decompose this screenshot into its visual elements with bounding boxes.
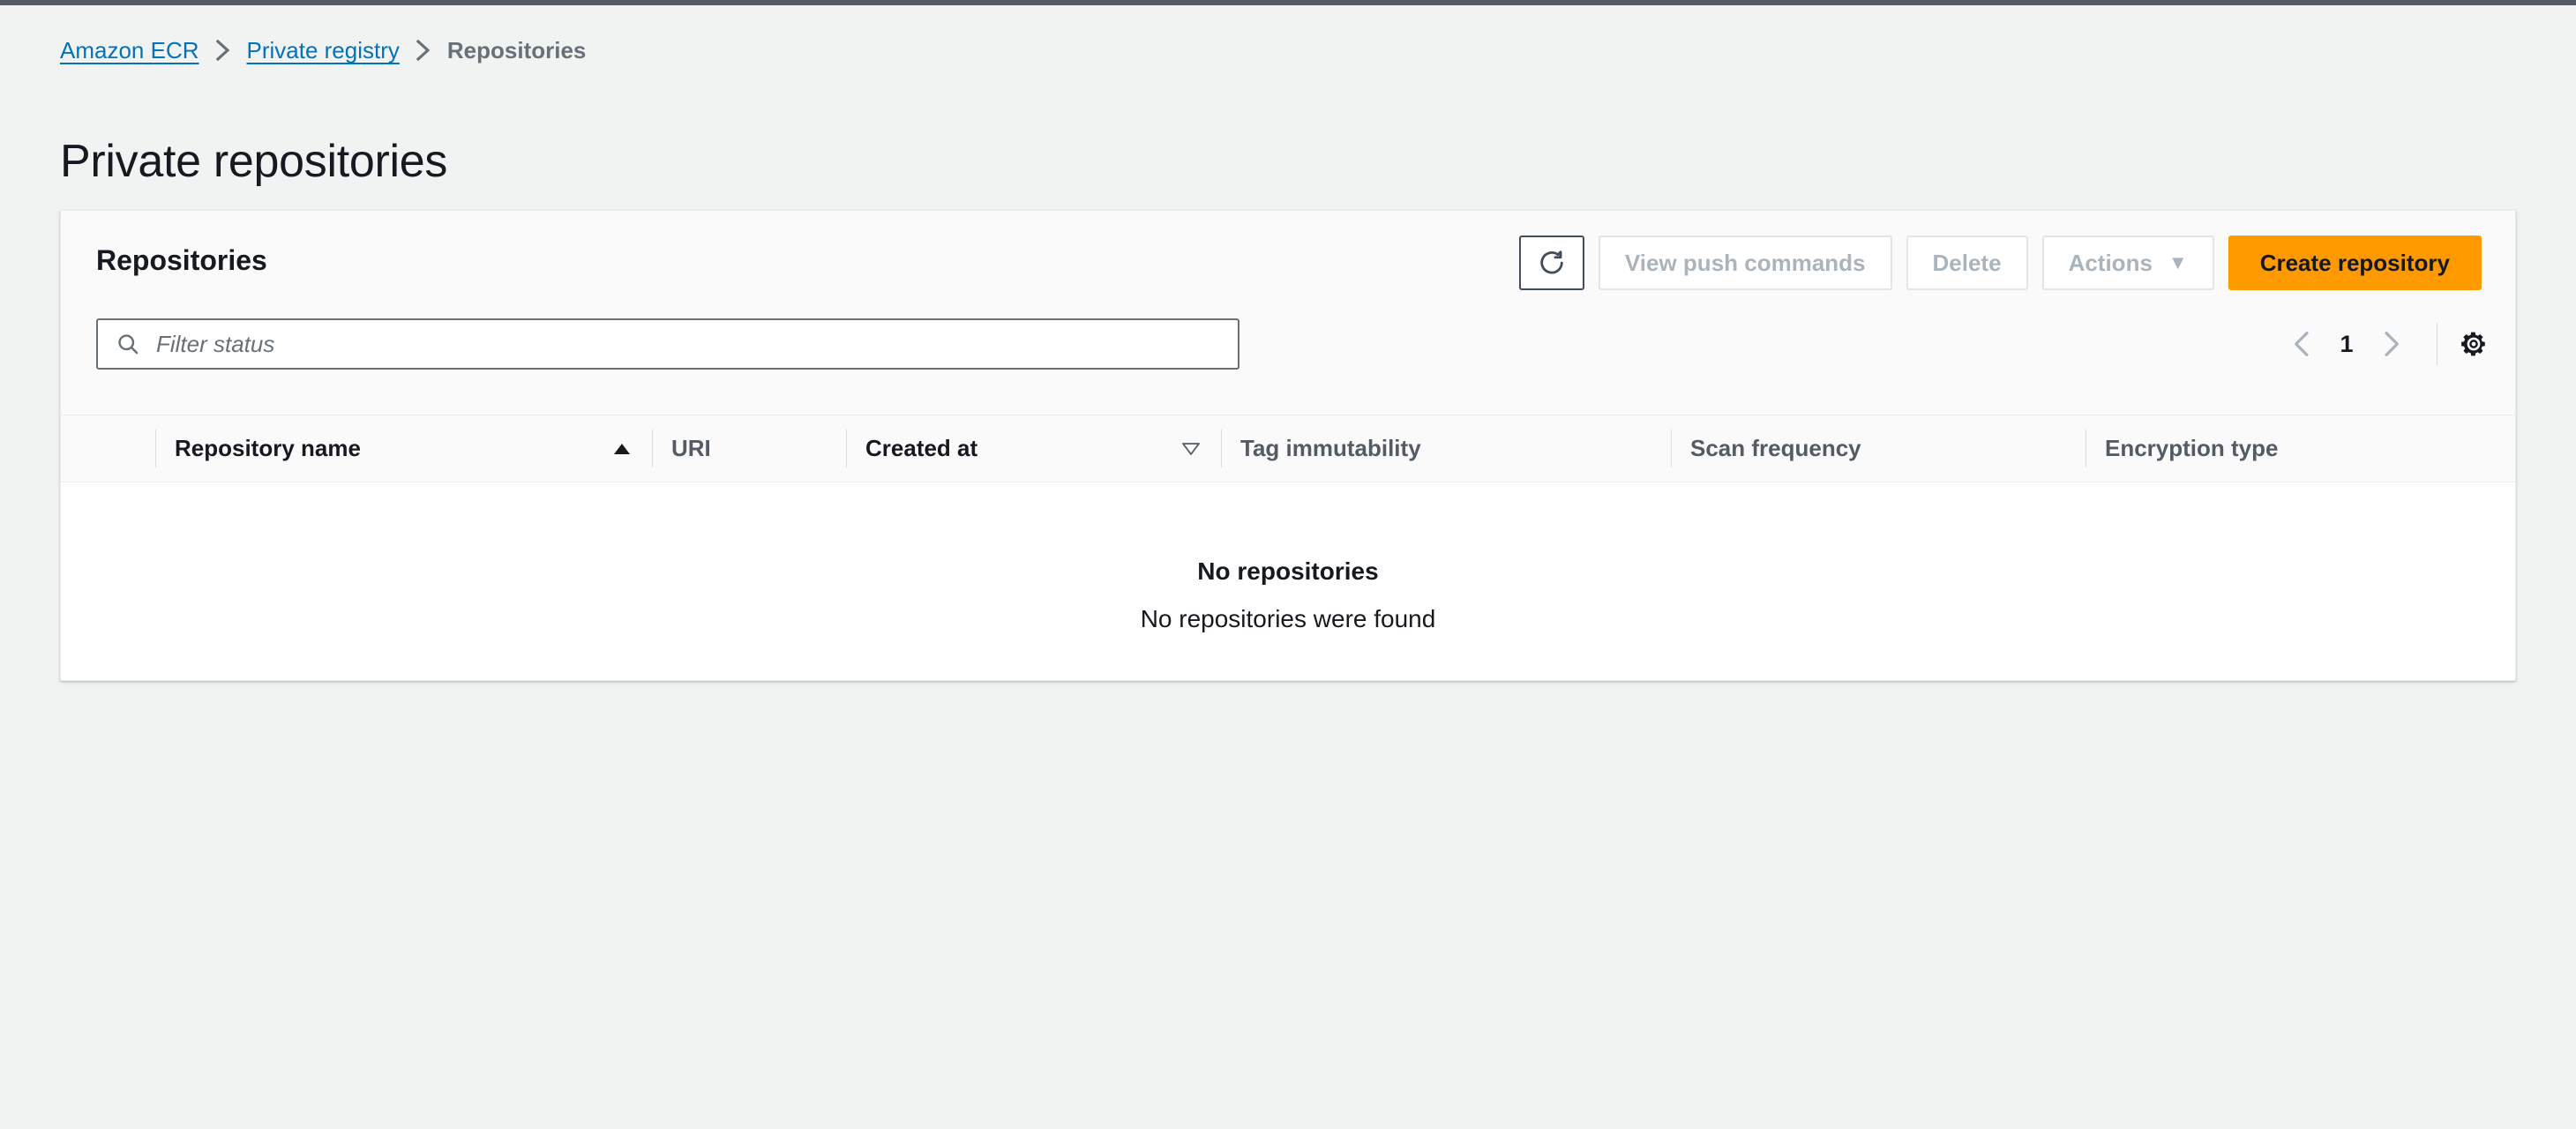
- table-header-encryption-type[interactable]: Encryption type: [2086, 415, 2515, 482]
- search-input-placeholder: Filter status: [156, 330, 275, 357]
- chevron-left-icon: [2291, 330, 2314, 358]
- search-input[interactable]: Filter status: [96, 318, 1239, 370]
- column-label-uri: URI: [671, 435, 711, 461]
- breadcrumb-item-amazon-ecr[interactable]: Amazon ECR: [60, 39, 199, 62]
- top-nav-strip: [0, 0, 2576, 5]
- table-header-uri[interactable]: URI: [652, 415, 846, 482]
- breadcrumb-separator-icon-2: [416, 39, 431, 62]
- sort-ascending-icon: [611, 441, 633, 457]
- pagination: 1: [2278, 318, 2489, 370]
- sort-descending-icon: [1180, 441, 1202, 457]
- refresh-button[interactable]: [1518, 236, 1584, 290]
- breadcrumb-separator-icon: [215, 39, 231, 62]
- panel-title: Repositories: [96, 244, 267, 276]
- table-header-tag-immutability[interactable]: Tag immutability: [1221, 415, 1671, 482]
- chevron-down-icon: ▼: [2168, 251, 2188, 273]
- breadcrumb-item-repositories: Repositories: [446, 37, 587, 64]
- table-header-scan-frequency[interactable]: Scan frequency: [1671, 415, 2086, 482]
- delete-button[interactable]: Delete: [1906, 236, 2028, 290]
- column-label-tag-immutability: Tag immutability: [1240, 435, 1421, 461]
- column-label-encryption-type: Encryption type: [2105, 435, 2279, 461]
- panel-header: Repositories View push commands Delete A…: [61, 211, 2515, 415]
- breadcrumb: Amazon ECR Private registry Repositories: [60, 39, 586, 62]
- pagination-previous-button[interactable]: [2278, 319, 2327, 369]
- filter-field-wrapper: Filter status: [96, 318, 1239, 370]
- actions-label: Actions: [2068, 249, 2153, 276]
- create-repository-button[interactable]: Create repository: [2228, 236, 2482, 290]
- page-title: Private repositories: [60, 135, 448, 187]
- pagination-page-1[interactable]: 1: [2327, 331, 2366, 358]
- table-header-row: Repository name URI Created at Tag immut…: [61, 415, 2515, 482]
- column-label-created-at: Created at: [865, 435, 978, 461]
- actions-dropdown-button[interactable]: Actions ▼: [2041, 236, 2214, 290]
- view-push-commands-button[interactable]: View push commands: [1598, 236, 1892, 290]
- breadcrumb-item-private-registry[interactable]: Private registry: [247, 39, 400, 62]
- table-header-repository-name[interactable]: Repository name: [155, 415, 652, 482]
- table-body-empty-state: No repositories No repositories were fou…: [61, 482, 2515, 680]
- table-preferences-button[interactable]: [2459, 329, 2489, 359]
- gear-icon: [2459, 329, 2489, 359]
- search-icon: [116, 332, 140, 356]
- table-header-created-at[interactable]: Created at: [846, 415, 1221, 482]
- repositories-panel: Repositories View push commands Delete A…: [60, 210, 2516, 681]
- pagination-next-button[interactable]: [2366, 319, 2415, 369]
- refresh-icon: [1537, 248, 1567, 278]
- chevron-right-icon: [2379, 330, 2402, 358]
- column-label-repository-name: Repository name: [175, 435, 361, 461]
- empty-state-title: No repositories: [1197, 557, 1379, 585]
- empty-state-subtitle: No repositories were found: [1140, 605, 1436, 632]
- table-header-selection: [61, 415, 155, 482]
- column-label-scan-frequency: Scan frequency: [1690, 435, 1861, 461]
- panel-actions: View push commands Delete Actions ▼ Crea…: [1518, 236, 2482, 290]
